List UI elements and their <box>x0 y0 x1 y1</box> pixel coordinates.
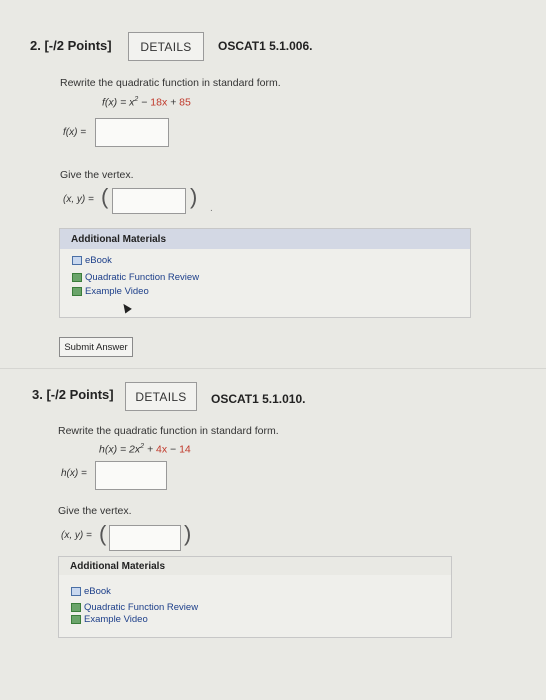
function-expression: h(x) = 2x2 + 4x − 14 <box>99 443 191 456</box>
question-code: OSCAT1 5.1.006. <box>218 39 313 53</box>
standard-form-input[interactable] <box>95 461 167 490</box>
material-label: Quadratic Function Review <box>84 602 199 613</box>
additional-materials-title: Additional Materials <box>59 557 451 575</box>
open-paren: ( <box>99 521 107 546</box>
answer-label: f(x) = <box>63 127 87 138</box>
question-prompt: Rewrite the quadratic function in standa… <box>60 77 281 89</box>
material-label: Quadratic Function Review <box>85 272 200 283</box>
material-label: Example Video <box>84 614 148 625</box>
material-ebook-link[interactable]: eBook <box>72 255 112 266</box>
vertex-label: (x, y) = <box>63 194 94 205</box>
details-button[interactable]: DETAILS <box>125 382 197 411</box>
close-paren: ) <box>184 521 192 546</box>
book-icon <box>72 256 82 265</box>
material-label: Example Video <box>85 286 149 297</box>
standard-form-input[interactable] <box>95 118 169 147</box>
coefficient-b: 4x <box>156 443 168 456</box>
function-expression: f(x) = x2 − 18x + 85 <box>102 96 191 109</box>
operator: + <box>167 96 180 109</box>
material-video-link[interactable]: Example Video <box>71 614 148 625</box>
period: . <box>210 203 213 214</box>
operator: + <box>144 443 157 456</box>
material-ebook-link[interactable]: eBook <box>71 586 111 597</box>
additional-materials-title: Additional Materials <box>60 229 470 249</box>
details-button[interactable]: DETAILS <box>128 32 204 61</box>
vertex-prompt: Give the vertex. <box>58 505 132 517</box>
material-label: eBook <box>85 255 112 266</box>
vertex-input[interactable] <box>109 525 181 551</box>
submit-answer-button[interactable]: Submit Answer <box>59 337 133 357</box>
constant-c: 14 <box>179 443 191 456</box>
book-icon <box>71 587 81 596</box>
divider <box>0 368 546 369</box>
constant-c: 85 <box>179 96 191 109</box>
document-icon <box>71 615 81 624</box>
material-review-link[interactable]: Quadratic Function Review <box>71 602 198 613</box>
function-lhs: f(x) = x <box>102 96 135 109</box>
material-label: eBook <box>84 586 111 597</box>
vertex-label: (x, y) = <box>61 530 92 541</box>
close-paren: ) <box>190 184 198 209</box>
vertex-prompt: Give the vertex. <box>60 169 134 181</box>
question-header: 3. [-/2 Points] <box>32 387 114 402</box>
additional-materials-panel: Additional Materials eBook Quadratic Fun… <box>58 556 452 638</box>
coefficient-b: 18x <box>150 96 168 109</box>
function-lhs: h(x) = 2x <box>99 443 141 456</box>
vertex-input[interactable] <box>112 188 186 214</box>
open-paren: ( <box>101 184 109 209</box>
answer-label: h(x) = <box>61 468 87 479</box>
question-header: 2. [-/2 Points] <box>30 38 112 53</box>
material-review-link[interactable]: Quadratic Function Review <box>72 272 199 283</box>
document-icon <box>72 287 82 296</box>
question-code: OSCAT1 5.1.010. <box>211 392 306 406</box>
operator: − <box>167 443 180 456</box>
question-prompt: Rewrite the quadratic function in standa… <box>58 425 279 437</box>
operator: − <box>138 96 151 109</box>
material-video-link[interactable]: Example Video <box>72 286 149 297</box>
document-icon <box>72 273 82 282</box>
document-icon <box>71 603 81 612</box>
